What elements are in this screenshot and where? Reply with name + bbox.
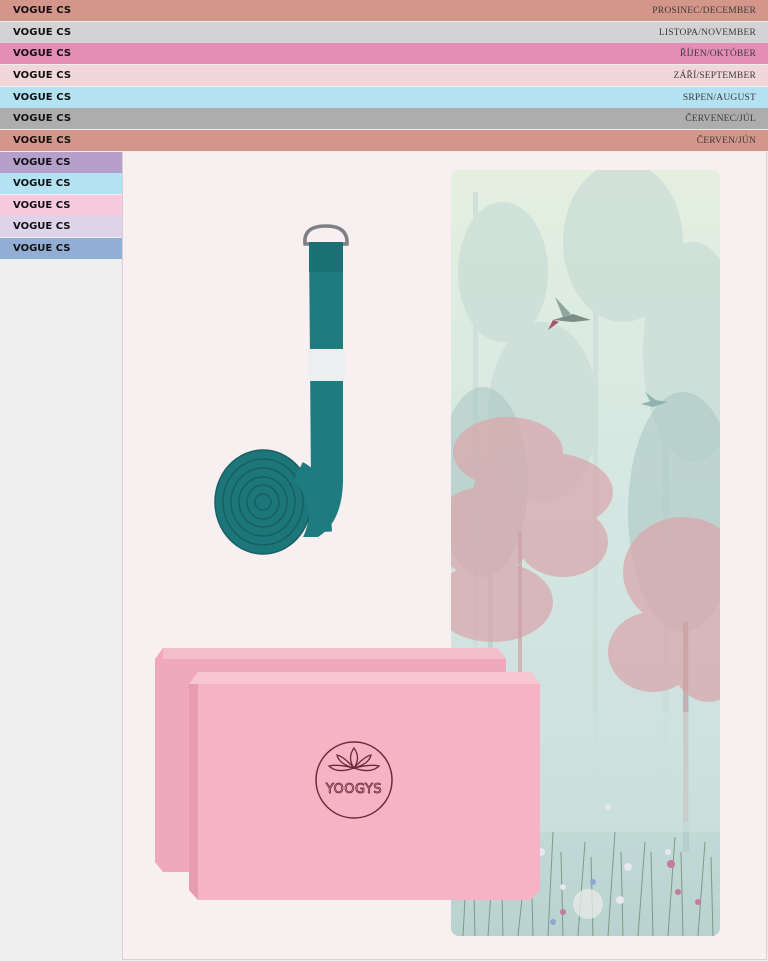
yoga-blocks: YOOGYS [155,648,540,900]
issue-bar-6[interactable]: VOGUE CS ČERVENEC/JÚL [0,108,768,129]
issue-month: SRPEN/AUGUST [682,92,756,103]
issue-bar-2[interactable]: VOGUE CS LISTOPA/NOVEMBER [0,22,768,43]
issue-month: PROSINEC/DECEMBER [652,5,756,16]
issue-brand: VOGUE CS [13,70,72,81]
issue-bar-4[interactable]: VOGUE CS ZÁŘÍ/SEPTEMBER [0,65,768,86]
issue-month: ČERVEN/JÚN [696,135,756,146]
issue-month: ŘÍJEN/OKTÓBER [680,48,756,59]
issue-brand: VOGUE CS [13,113,72,124]
issue-bar-5[interactable]: VOGUE CS SRPEN/AUGUST [0,87,768,108]
issue-month: ZÁŘÍ/SEPTEMBER [673,70,756,81]
issue-bar-1[interactable]: VOGUE CS PROSINEC/DECEMBER [0,0,768,21]
issue-brand: VOGUE CS [13,135,72,146]
product-illustration: YOOGYS [155,170,720,936]
issue-brand: VOGUE CS [13,92,72,103]
side-issue-bar-1[interactable]: VOGUE CS [0,152,122,173]
side-issue-bar-3[interactable]: VOGUE CS [0,195,122,216]
side-issue-brand: VOGUE CS [13,243,71,254]
side-issue-brand: VOGUE CS [13,178,71,189]
issue-bar-7[interactable]: VOGUE CS ČERVEN/JÚN [0,130,768,151]
product-image-panel: YOOGYS [122,152,767,960]
issue-bar-3[interactable]: VOGUE CS ŘÍJEN/OKTÓBER [0,43,768,64]
block-logo-text: YOOGYS [325,782,382,797]
side-issue-brand: VOGUE CS [13,200,71,211]
side-issue-brand: VOGUE CS [13,221,71,232]
issue-brand: VOGUE CS [13,5,72,16]
issue-month: LISTOPA/NOVEMBER [658,27,756,38]
yoga-strap [214,224,349,555]
issue-month: ČERVENEC/JÚL [685,113,756,124]
side-issue-bar-2[interactable]: VOGUE CS [0,173,122,194]
issue-brand: VOGUE CS [13,27,72,38]
side-issue-bar-5[interactable]: VOGUE CS [0,238,122,259]
side-issue-brand: VOGUE CS [13,157,71,168]
issue-brand: VOGUE CS [13,48,72,59]
side-issue-bar-4[interactable]: VOGUE CS [0,216,122,237]
